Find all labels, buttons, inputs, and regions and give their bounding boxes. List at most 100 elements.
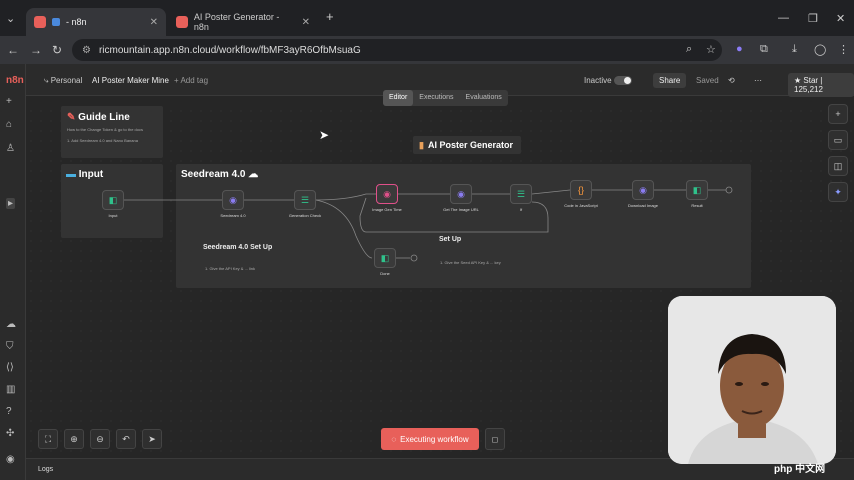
- right-toolbar: + ▭ ◫ ✦: [828, 104, 850, 208]
- close-tab-icon[interactable]: ✕: [150, 17, 158, 28]
- zoom-icon[interactable]: ⌕: [686, 43, 692, 56]
- forward-icon[interactable]: →: [30, 43, 42, 57]
- panel-toggle-button[interactable]: ◫: [828, 156, 848, 176]
- pointer-tool-button[interactable]: ➤: [142, 429, 162, 449]
- node-generation-check[interactable]: ☰: [294, 190, 316, 210]
- insights-icon[interactable]: ▥: [6, 384, 15, 395]
- star-count: 125,212: [794, 85, 823, 94]
- presenter-image: [668, 296, 836, 464]
- webcam-overlay: [668, 296, 836, 464]
- window-close-icon[interactable]: ✕: [836, 12, 845, 25]
- breadcrumb-parent[interactable]: ⤷ Personal: [44, 76, 82, 86]
- stop-execution-button[interactable]: ◻: [485, 428, 505, 450]
- spinner-icon: ◌: [391, 434, 397, 444]
- zoom-in-button[interactable]: ⊕: [64, 429, 84, 449]
- shield-icon[interactable]: ⛉: [6, 341, 14, 352]
- add-node-button[interactable]: +: [828, 104, 848, 124]
- tab-editor[interactable]: Editor: [383, 90, 414, 106]
- address-bar: ← → ↻ ⚙ ricmountain.app.n8n.cloud/workfl…: [0, 36, 854, 64]
- close-tab-icon[interactable]: ✕: [302, 17, 310, 28]
- saved-status: Saved: [696, 76, 719, 85]
- star-label: Star: [803, 76, 819, 85]
- node-input-icon: ◧: [108, 194, 118, 205]
- user-avatar-icon[interactable]: ◉: [6, 454, 15, 465]
- workflow-name[interactable]: AI Poster Maker Mine: [92, 76, 169, 85]
- github-star-button[interactable]: ★ Star | 125,212: [788, 73, 854, 97]
- setup2-item: 1. Give the Seed API Key & ... key: [440, 260, 501, 265]
- mouse-cursor-icon: ➤: [319, 128, 330, 142]
- history-icon[interactable]: ⟲: [728, 76, 735, 85]
- undo-button[interactable]: ↶: [116, 429, 136, 449]
- fit-view-button[interactable]: ⛶: [38, 429, 58, 449]
- profile-avatar-icon[interactable]: ◯: [814, 43, 826, 56]
- home-icon[interactable]: ⌂: [6, 119, 12, 130]
- n8n-logo-icon[interactable]: n8n: [6, 75, 24, 86]
- extensions-puzzle-icon[interactable]: ⧉: [760, 43, 768, 56]
- node-result[interactable]: ◧: [686, 180, 708, 200]
- wait-icon: ◉: [383, 188, 391, 199]
- node-seedream[interactable]: ◉: [222, 190, 244, 210]
- add-icon[interactable]: +: [6, 96, 12, 107]
- back-icon[interactable]: ←: [7, 43, 19, 57]
- node-generation-check-label: Generation Check: [288, 213, 322, 218]
- variables-icon[interactable]: ⟨⟩: [6, 362, 14, 373]
- node-input[interactable]: ◧: [102, 190, 124, 210]
- user-icon[interactable]: ♙: [6, 143, 15, 154]
- node-get-image-url[interactable]: ◉: [450, 184, 472, 204]
- end-connector: [725, 186, 733, 194]
- http-request-icon: ◉: [639, 184, 647, 195]
- node-done[interactable]: ◧: [374, 248, 396, 268]
- switch-icon: ☰: [300, 194, 310, 205]
- tab-n8n[interactable]: - n8n ✕: [26, 8, 166, 36]
- zoom-out-button[interactable]: ⊖: [90, 429, 110, 449]
- notifications-icon[interactable]: ✣: [6, 428, 14, 439]
- node-seedream-label: Seedream 4.0: [220, 213, 246, 218]
- node-image-gen-time[interactable]: ◉: [376, 184, 398, 204]
- node-if[interactable]: ☰: [510, 184, 532, 204]
- execute-label: Executing workflow: [400, 434, 469, 444]
- tab-ai-poster-generator[interactable]: AI Poster Generator - n8n ✕: [168, 8, 318, 36]
- tab-title: AI Poster Generator - n8n: [193, 12, 280, 32]
- tab-evaluations[interactable]: Evaluations: [460, 90, 508, 106]
- canvas-controls: ⛶ ⊕ ⊖ ↶ ➤: [38, 429, 162, 449]
- site-info-icon[interactable]: ⚙: [82, 45, 91, 56]
- executing-workflow-button[interactable]: ◌ Executing workflow: [381, 428, 479, 450]
- set-icon: ◧: [380, 252, 390, 263]
- tab-executions[interactable]: Executions: [413, 90, 459, 106]
- toggle-switch[interactable]: [613, 76, 632, 86]
- url-field[interactable]: ⚙ ricmountain.app.n8n.cloud/workflow/fbM…: [72, 39, 722, 61]
- download-icon[interactable]: ⤓: [792, 43, 797, 56]
- connection-line: [531, 189, 571, 195]
- tab-search-icon[interactable]: ⌄: [6, 12, 15, 25]
- connection-line: [315, 193, 376, 201]
- http-request-icon: ◉: [457, 188, 465, 199]
- minimize-icon[interactable]: —: [778, 12, 789, 24]
- node-result-label: Result: [691, 203, 703, 208]
- tab-title: - n8n: [66, 17, 87, 27]
- maximize-icon[interactable]: ❐: [808, 12, 818, 25]
- n8n-favicon-icon: [176, 16, 188, 28]
- browser-menu-icon[interactable]: ⋮: [838, 43, 849, 56]
- cloud-icon[interactable]: ☁: [6, 319, 16, 330]
- logs-label: Logs: [38, 466, 54, 473]
- add-tag-link[interactable]: + Add tag: [174, 76, 208, 85]
- end-connector: [410, 254, 418, 262]
- inactive-label: Inactive: [584, 76, 612, 85]
- set-icon: ◧: [692, 184, 702, 195]
- breadcrumb-parent-label: Personal: [50, 76, 83, 85]
- help-icon[interactable]: ?: [6, 406, 12, 417]
- node-code[interactable]: {}: [570, 180, 592, 200]
- new-tab-icon[interactable]: +: [326, 9, 334, 24]
- node-download-image[interactable]: ◉: [632, 180, 654, 200]
- more-options-icon[interactable]: ⋯: [754, 76, 762, 85]
- node-download-image-label: Download Image: [627, 203, 659, 208]
- share-button[interactable]: Share: [653, 73, 687, 88]
- node-image-gen-time-label: Image Gen Time: [372, 207, 402, 212]
- active-toggle[interactable]: Inactive: [584, 76, 632, 86]
- extension-icon[interactable]: ●: [736, 43, 743, 55]
- reload-icon[interactable]: ↻: [52, 43, 62, 57]
- sticky-note-button[interactable]: ▭: [828, 130, 848, 150]
- expand-icon[interactable]: ▸: [6, 198, 16, 209]
- bookmark-icon[interactable]: ☆: [706, 43, 716, 56]
- ai-assistant-button[interactable]: ✦: [828, 182, 848, 202]
